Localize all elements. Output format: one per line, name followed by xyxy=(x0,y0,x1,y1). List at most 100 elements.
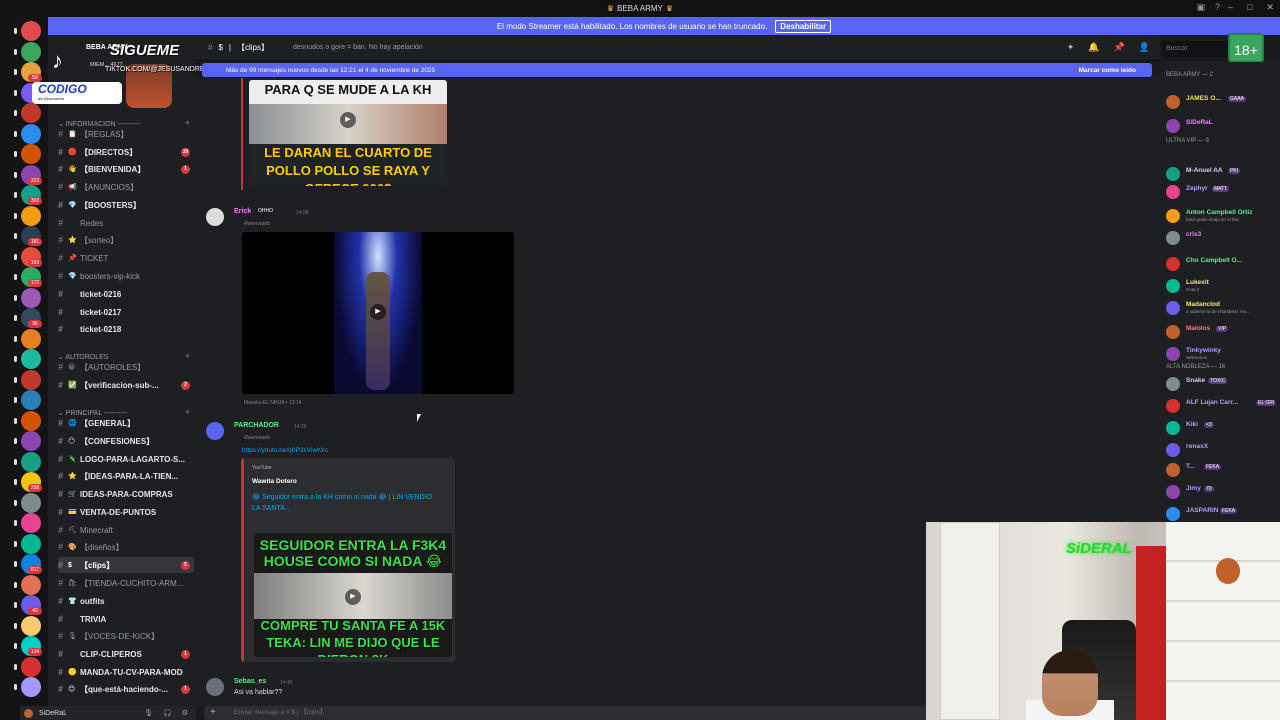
server-icon[interactable] xyxy=(21,21,41,41)
server-icon[interactable] xyxy=(21,410,41,431)
channel-item[interactable]: # 📌 TICKET xyxy=(58,250,194,266)
forward-source[interactable]: Masoku EL NINJA • 13:14 xyxy=(244,400,301,406)
server-icon[interactable] xyxy=(21,205,41,226)
channel-item[interactable]: # 😀 【AUTOROLES】 xyxy=(58,359,194,375)
channel-item[interactable]: # 💎 boosters-vip-kick xyxy=(58,268,194,284)
channel-topic[interactable]: desnudos o gore = ban. No hay apelación xyxy=(293,44,423,51)
channel-item[interactable]: # ticket-0217 xyxy=(58,304,194,320)
message-author[interactable]: Erick xyxy=(234,208,251,215)
server-icon[interactable] xyxy=(21,369,41,390)
channel-item[interactable]: # 😶 【CONFESIONES】 xyxy=(58,433,194,449)
channel-item[interactable]: # ⭐ 【IDEAS-PARA-LA-TIEN... xyxy=(58,468,194,484)
member-item[interactable]: Snake TOXIC xyxy=(1166,376,1278,392)
user-name[interactable]: SiDeRaL xyxy=(39,710,67,717)
member-item[interactable]: Cho Campbell O... xyxy=(1166,256,1278,272)
server-icon[interactable] xyxy=(21,123,41,144)
channel-item[interactable]: # 😊 【que-está-haciendo-... 1 xyxy=(58,681,194,697)
member-item[interactable]: ronaxX xyxy=(1166,442,1278,458)
channel-item[interactable]: # 📋 【REGLAS】 xyxy=(58,126,194,142)
server-icon[interactable] xyxy=(21,287,41,308)
channel-item[interactable]: # 🔴 【DIRECTOS】 19 xyxy=(58,144,194,160)
member-item[interactable]: Kiki <3 xyxy=(1166,420,1278,436)
avatar[interactable] xyxy=(206,208,224,226)
channel-item[interactable]: # ticket-0218 xyxy=(58,321,194,337)
server-icon[interactable] xyxy=(21,656,41,677)
mark-as-read-button[interactable]: Marcar como leído xyxy=(1079,67,1152,74)
member-item[interactable]: Jimy 70 xyxy=(1166,484,1278,500)
microphone-icon[interactable]: 🎙 xyxy=(144,709,153,717)
member-item[interactable]: cris3 xyxy=(1166,230,1278,246)
server-icon[interactable] xyxy=(21,328,41,349)
server-icon[interactable] xyxy=(21,144,41,164)
member-item[interactable]: SiDeRaL xyxy=(1166,118,1278,134)
member-item[interactable]: JASPARIN FEKA xyxy=(1166,506,1278,522)
help-icon[interactable]: ? xyxy=(1215,2,1220,13)
channel-item[interactable]: # 🎙 【VOCES-DE-KICK】 xyxy=(58,628,194,644)
channel-item[interactable]: # 🛒 IDEAS-PARA-COMPRAS xyxy=(58,486,194,502)
channel-item[interactable]: # 🟡 MANDA-TU-CV-PARA-MOD xyxy=(58,664,194,680)
member-item[interactable]: T... FEKA xyxy=(1166,462,1278,478)
close-button[interactable]: ✕ xyxy=(1266,2,1274,13)
member-item[interactable]: Lukexit Dota 2 xyxy=(1166,278,1278,294)
video-thumbnail[interactable]: PARA Q SE MUDE A LA KH LE DARAN EL CUART… xyxy=(249,80,447,186)
members-icon[interactable]: 👤 xyxy=(1139,42,1150,53)
channel-item[interactable]: # ✅ 【verificacion-sub-... 2 xyxy=(58,377,194,393)
play-icon[interactable]: ▶ xyxy=(345,589,361,605)
member-item[interactable]: Tinkywinky Selimonos xyxy=(1166,346,1278,362)
disable-streamer-button[interactable]: Deshabilitar xyxy=(775,19,832,33)
add-attachment-icon[interactable]: + xyxy=(210,706,216,720)
user-avatar[interactable] xyxy=(24,708,33,718)
server-icon[interactable] xyxy=(21,451,41,472)
video-attachment[interactable]: ▶ xyxy=(242,232,514,394)
inbox-icon[interactable]: ▣ xyxy=(1196,2,1205,13)
bell-icon[interactable]: 🔔 xyxy=(1088,42,1099,53)
channel-item[interactable]: # 🦎 LOGO-PARA-LAGARTO-S... xyxy=(58,451,194,467)
maximize-button[interactable]: □ xyxy=(1247,2,1252,13)
member-item[interactable]: Zephyr MATT xyxy=(1166,184,1278,200)
avatar[interactable] xyxy=(206,422,224,440)
channel-item[interactable]: # 👋 【BIENVENIDA】 1 xyxy=(58,161,194,177)
server-icon[interactable] xyxy=(21,492,41,513)
channel-item[interactable]: # ⛏ Minecraft xyxy=(58,522,194,538)
embed-channel[interactable]: Wawita Dotero xyxy=(252,478,297,485)
server-icon[interactable] xyxy=(21,574,41,595)
play-icon[interactable]: ▶ xyxy=(340,112,356,128)
server-icon[interactable] xyxy=(21,390,41,410)
channel-item[interactable]: # 🎨 【diseños】 xyxy=(58,539,194,555)
message-link[interactable]: https://youtu.be/q0P2kViwKkc xyxy=(242,447,328,454)
member-item[interactable]: Madanclod a saberse la de chambear, mu... xyxy=(1166,300,1278,316)
headphones-icon[interactable]: 🎧 xyxy=(163,709,172,717)
threads-icon[interactable]: ✦ xyxy=(1067,42,1075,53)
member-item[interactable]: Anton Campbell Ortiz Está gratis Abajo en… xyxy=(1166,208,1278,224)
channel-item[interactable]: # TRIVIA xyxy=(58,611,194,627)
member-item[interactable]: M-Anuel AA PKI xyxy=(1166,166,1278,182)
channel-item[interactable]: # ticket-0216 xyxy=(58,286,194,302)
server-icon[interactable] xyxy=(21,513,41,533)
message-author[interactable]: Sebas_es xyxy=(234,678,266,685)
play-icon[interactable]: ▶ xyxy=(370,304,386,320)
channel-item[interactable]: # 💎 【BOOSTERS】 xyxy=(58,197,194,213)
channel-item[interactable]: # $ 【clips】 5 xyxy=(58,557,194,573)
channel-item[interactable]: # 💳 VENTA-DE-PUNTOS xyxy=(58,504,194,520)
channel-item[interactable]: # CLIP-CLIPEROS 1 xyxy=(58,646,194,662)
member-item[interactable]: Malolos VIP xyxy=(1166,324,1278,340)
new-messages-bar[interactable]: Más de 99 mensajes nuevos desde las 12:2… xyxy=(202,63,1152,77)
video-thumbnail[interactable]: SEGUIDOR ENTRA LA F3K4 HOUSE COMO SI NAD… xyxy=(254,533,452,657)
settings-gear-icon[interactable]: ⚙ xyxy=(182,709,188,717)
server-icon[interactable] xyxy=(21,533,41,554)
avatar[interactable] xyxy=(206,678,224,696)
channel-item[interactable]: # 👕 outfits xyxy=(58,593,194,609)
embed-title[interactable]: 😂 Seguidor entra a la KH como si nada 😂 … xyxy=(252,492,442,514)
channel-item[interactable]: # Redes xyxy=(58,215,194,231)
channel-item[interactable]: # ⭐ 【sorteo】 xyxy=(58,232,194,248)
minimize-button[interactable]: – xyxy=(1228,2,1233,13)
channel-item[interactable]: # 🌐 【GENERAL】 xyxy=(58,415,194,431)
member-item[interactable]: JAMES O... GAAA xyxy=(1166,94,1278,110)
member-item[interactable]: ALF Lujan Carr... EL ORI xyxy=(1166,398,1278,414)
server-icon[interactable] xyxy=(21,431,41,451)
server-icon[interactable] xyxy=(21,349,41,369)
channel-item[interactable]: # 🛍 【TIENDA-CUCHITO-ARM... xyxy=(58,575,194,591)
message-author[interactable]: PARCHADOR xyxy=(234,422,279,429)
server-icon[interactable] xyxy=(21,615,41,636)
channel-item[interactable]: # 📢 【ANUNCIOS】 xyxy=(58,179,194,195)
